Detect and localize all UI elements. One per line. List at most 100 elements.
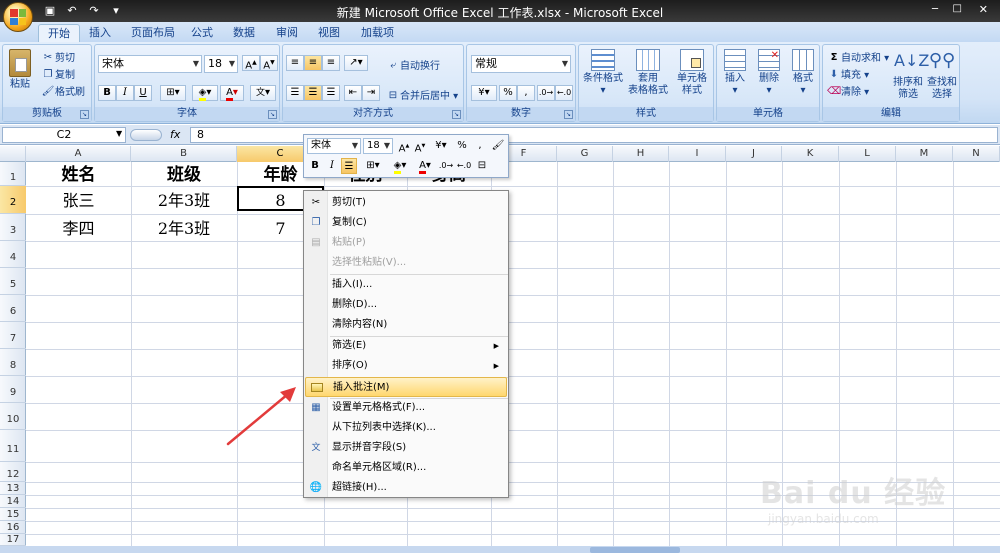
- column-header[interactable]: N: [953, 146, 1000, 162]
- column-header[interactable]: A: [26, 146, 131, 162]
- menu-item-paste[interactable]: ▤ 粘贴(P): [305, 233, 507, 253]
- format-cells-button[interactable]: 格式 ▾: [787, 49, 819, 97]
- mini-font-size-select[interactable]: 18 ▼: [363, 138, 393, 154]
- cell-b1[interactable]: 班级: [131, 163, 237, 187]
- number-format-select[interactable]: 常规 ▼: [471, 55, 571, 73]
- mini-merge-icon[interactable]: ⊟: [474, 158, 490, 174]
- conditional-format-button[interactable]: 条件格式 ▾: [581, 49, 625, 97]
- format-as-table-button[interactable]: 套用 表格格式: [625, 49, 671, 97]
- column-header[interactable]: H: [613, 146, 669, 162]
- mini-increase-decimal-icon[interactable]: .0→: [438, 158, 454, 174]
- comma-button[interactable]: ,: [517, 85, 535, 101]
- grow-font-button[interactable]: A▲: [242, 55, 260, 71]
- column-header[interactable]: L: [839, 146, 896, 162]
- mini-comma-button[interactable]: ,: [472, 138, 488, 154]
- wrap-text-button[interactable]: ⤶ 自动换行: [386, 57, 440, 73]
- name-box-dropdown-icon[interactable]: ▼: [116, 129, 122, 138]
- menu-item-insert[interactable]: 插入(I)...: [305, 275, 507, 295]
- column-header[interactable]: B: [131, 146, 237, 162]
- mini-font-color-icon[interactable]: A▾: [414, 158, 436, 174]
- column-header[interactable]: G: [557, 146, 613, 162]
- autosum-button[interactable]: Σ 自动求和 ▾: [827, 49, 890, 65]
- formula-bar-splitter[interactable]: [130, 129, 162, 141]
- menu-item-pick-from-list[interactable]: 从下拉列表中选择(K)...: [305, 418, 507, 438]
- menu-item-show-phonetic[interactable]: 文显示拼音字段(S): [305, 438, 507, 458]
- menu-item-sort[interactable]: 排序(O) ▶: [305, 356, 507, 376]
- name-box[interactable]: C2: [2, 127, 126, 143]
- accounting-format-button[interactable]: ¥▾: [471, 85, 497, 101]
- horizontal-scrollbar[interactable]: [590, 547, 680, 553]
- mini-accounting-icon[interactable]: ¥▾: [430, 138, 452, 154]
- row-header[interactable]: 3: [0, 214, 26, 241]
- align-right-icon[interactable]: ☰: [322, 85, 340, 101]
- insert-cells-button[interactable]: 插入 ▾: [719, 49, 751, 97]
- percent-button[interactable]: %: [499, 85, 517, 101]
- dialog-launcher-icon[interactable]: ↘: [268, 110, 277, 119]
- office-button[interactable]: [3, 2, 33, 32]
- row-header[interactable]: 14: [0, 495, 26, 508]
- delete-cells-button[interactable]: ✕ 删除 ▾: [753, 49, 785, 97]
- menu-item-define-name[interactable]: 命名单元格区域(R)...: [305, 458, 507, 478]
- row-header[interactable]: 17: [0, 534, 26, 546]
- tab-insert[interactable]: 插入: [80, 24, 120, 42]
- decrease-indent-icon[interactable]: ⇤: [344, 85, 362, 101]
- mini-font-name-select[interactable]: 宋体 ▼: [307, 138, 361, 154]
- select-all-corner[interactable]: [0, 146, 26, 162]
- dialog-launcher-icon[interactable]: ↘: [452, 110, 461, 119]
- tab-view[interactable]: 视图: [309, 24, 349, 42]
- menu-item-filter[interactable]: 筛选(E) ▶: [305, 336, 507, 356]
- font-color-button[interactable]: A▾: [220, 85, 244, 101]
- row-header[interactable]: 7: [0, 322, 26, 349]
- row-header[interactable]: 16: [0, 521, 26, 534]
- italic-button[interactable]: I: [116, 85, 134, 101]
- mini-center-align-icon[interactable]: ☰: [341, 158, 357, 174]
- mini-bold-button[interactable]: B: [307, 158, 323, 174]
- menu-item-format-cells[interactable]: ▦ 设置单元格格式(F)...: [305, 398, 507, 418]
- mini-fill-color-icon[interactable]: ◈▾: [388, 158, 412, 174]
- align-top-icon[interactable]: ≡: [286, 55, 304, 71]
- find-select-button[interactable]: ⚲⚲ 查找和 选择: [925, 49, 959, 101]
- tab-review[interactable]: 审阅: [267, 24, 307, 42]
- copy-button[interactable]: ❐ 复制: [41, 66, 75, 82]
- close-icon[interactable]: ✕: [979, 3, 988, 16]
- align-left-icon[interactable]: ☰: [286, 85, 304, 101]
- decrease-decimal-icon[interactable]: ←.0: [555, 85, 573, 101]
- menu-item-hyperlink[interactable]: 🌐 超链接(H)...: [305, 478, 507, 498]
- menu-item-insert-comment[interactable]: 插入批注(M): [305, 377, 507, 397]
- dialog-launcher-icon[interactable]: ↘: [80, 110, 89, 119]
- sort-filter-button[interactable]: A↓Z 排序和 筛选: [891, 49, 929, 101]
- font-size-select[interactable]: 18 ▼: [204, 55, 238, 73]
- row-header[interactable]: 1: [0, 162, 26, 186]
- paste-button[interactable]: 粘贴: [7, 49, 33, 91]
- insert-function-icon[interactable]: fx: [170, 127, 188, 143]
- increase-indent-icon[interactable]: ⇥: [362, 85, 380, 101]
- cell-a2[interactable]: 张三: [26, 187, 131, 214]
- shrink-font-button[interactable]: A▼: [260, 55, 278, 71]
- menu-item-cut[interactable]: ✂ 剪切(T): [305, 193, 507, 213]
- row-header[interactable]: 5: [0, 268, 26, 295]
- fill-color-button[interactable]: ◈▾: [192, 85, 218, 101]
- menu-item-copy[interactable]: ❐ 复制(C): [305, 213, 507, 233]
- row-header[interactable]: 2: [0, 186, 26, 214]
- increase-decimal-icon[interactable]: .0→: [537, 85, 555, 101]
- underline-button[interactable]: U: [134, 85, 152, 101]
- column-header[interactable]: J: [726, 146, 782, 162]
- column-header[interactable]: I: [669, 146, 726, 162]
- row-header[interactable]: 11: [0, 430, 26, 462]
- mini-percent-button[interactable]: %: [454, 138, 470, 154]
- maximize-icon[interactable]: □: [953, 3, 962, 14]
- cut-button[interactable]: ✂ 剪切: [41, 49, 75, 65]
- row-header[interactable]: 9: [0, 376, 26, 403]
- menu-item-clear-contents[interactable]: 清除内容(N): [305, 315, 507, 335]
- row-header[interactable]: 6: [0, 295, 26, 322]
- dialog-launcher-icon[interactable]: ↘: [564, 110, 573, 119]
- menu-item-delete[interactable]: 删除(D)...: [305, 295, 507, 315]
- row-header[interactable]: 10: [0, 403, 26, 430]
- align-middle-icon[interactable]: ≡: [304, 55, 322, 71]
- borders-button[interactable]: ⊞▾: [160, 85, 186, 101]
- tab-home[interactable]: 开始: [38, 24, 80, 42]
- tab-data[interactable]: 数据: [224, 24, 264, 42]
- bold-button[interactable]: B: [98, 85, 116, 101]
- mini-decrease-decimal-icon[interactable]: ←.0: [456, 158, 472, 174]
- cell-b2[interactable]: 2年3班: [131, 187, 237, 214]
